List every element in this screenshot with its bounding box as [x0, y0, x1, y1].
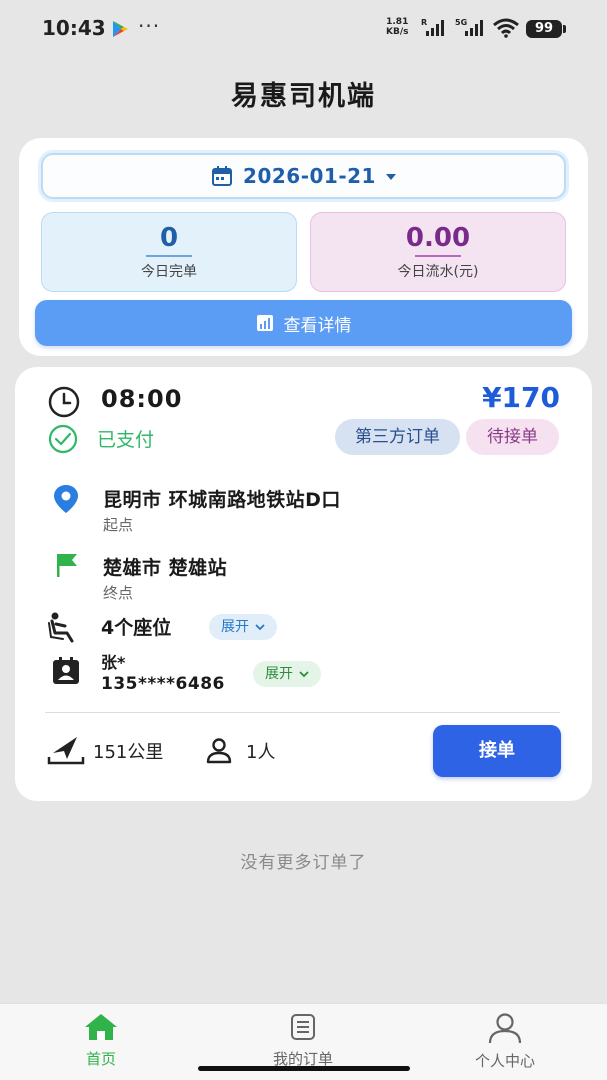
chevron-down-icon: [385, 174, 396, 180]
passenger-phone: 135****6486: [101, 674, 225, 694]
contact-card-icon: [53, 657, 79, 684]
seat-icon: [48, 612, 74, 643]
expand-label: 展开: [221, 619, 249, 635]
list-end-text: 没有更多订单了: [240, 853, 367, 873]
payment-status: 已支付: [97, 429, 155, 451]
completed-orders-stat: 0 今日完单: [41, 212, 297, 292]
completed-orders-label: 今日完单: [141, 264, 197, 280]
wifi-icon: [493, 18, 519, 38]
order-source-badge: 第三方订单: [335, 419, 460, 455]
order-status-badge: 待接单: [466, 419, 559, 455]
svg-text:5G: 5G: [455, 18, 467, 27]
home-icon: [85, 1014, 117, 1040]
passenger-count: 1人: [246, 742, 276, 763]
date-picker[interactable]: 2026-01-21: [41, 153, 566, 199]
revenue-value: 0.00: [405, 223, 471, 253]
expand-passenger-button[interactable]: 展开: [253, 661, 321, 687]
seat-count: 4个座位: [101, 617, 172, 639]
status-time: 10:43: [42, 16, 106, 40]
status-bar: 10:43 ··· 1.81 KB/s R 5G 99: [0, 0, 607, 60]
nav-profile[interactable]: 个人中心: [445, 1012, 565, 1071]
clock-icon: [48, 386, 80, 418]
battery-icon: 99: [526, 20, 566, 38]
expand-seats-button[interactable]: 展开: [209, 614, 277, 640]
destination-label: 终点: [103, 584, 134, 602]
origin-address: 昆明市 环城南路地铁站D口: [103, 489, 341, 511]
person-icon: [206, 738, 232, 764]
chart-icon: [256, 315, 273, 331]
completed-orders-value: 0: [159, 223, 179, 253]
summary-card: 2026-01-21 0 今日完单 0.00 今日流水(元) 查看详情: [19, 138, 588, 356]
flag-icon: [57, 554, 77, 577]
destination-address: 楚雄市 楚雄站: [103, 557, 228, 579]
revenue-label: 今日流水(元): [397, 264, 479, 280]
trip-distance: 151公里: [93, 742, 164, 763]
calendar-icon: [212, 166, 233, 186]
stat-underline: [146, 255, 192, 257]
nav-my-orders[interactable]: 我的订单: [243, 1012, 363, 1069]
svg-text:R: R: [421, 18, 427, 27]
location-pin-icon: [54, 485, 78, 513]
revenue-stat: 0.00 今日流水(元): [310, 212, 566, 292]
view-details-label: 查看详情: [283, 315, 352, 336]
play-store-icon: [113, 21, 128, 37]
divider: [45, 712, 560, 713]
5g-signal-icon: 5G: [455, 18, 483, 36]
order-time: 08:00: [101, 385, 183, 413]
navigation-distance-icon: [47, 737, 85, 765]
selected-date: 2026-01-21: [243, 164, 376, 188]
user-icon: [488, 1013, 522, 1044]
origin-label: 起点: [103, 516, 134, 534]
page-title: 易惠司机端: [231, 81, 376, 112]
order-card[interactable]: 08:00 ¥170 已支付 第三方订单 待接单 昆明市 环城南路地铁站D口 起…: [15, 367, 592, 801]
stat-underline: [415, 255, 461, 257]
view-details-button[interactable]: 查看详情: [35, 300, 572, 346]
more-notifications-icon: ···: [138, 14, 161, 38]
chevron-down-icon: [255, 624, 265, 631]
accept-order-button[interactable]: 接单: [433, 725, 561, 777]
nav-home-label: 首页: [85, 1050, 116, 1068]
nav-home[interactable]: 首页: [41, 1012, 161, 1069]
home-indicator[interactable]: [198, 1066, 410, 1071]
nav-profile-label: 个人中心: [474, 1052, 535, 1070]
network-speed: 1.81 KB/s: [386, 17, 409, 37]
check-circle-icon: [48, 424, 78, 454]
passenger-name: 张*: [101, 653, 126, 672]
expand-label: 展开: [265, 666, 293, 682]
order-price: ¥170: [482, 381, 560, 414]
document-list-icon: [291, 1014, 315, 1040]
signal-icon: R: [421, 18, 444, 36]
chevron-down-icon: [299, 671, 309, 678]
